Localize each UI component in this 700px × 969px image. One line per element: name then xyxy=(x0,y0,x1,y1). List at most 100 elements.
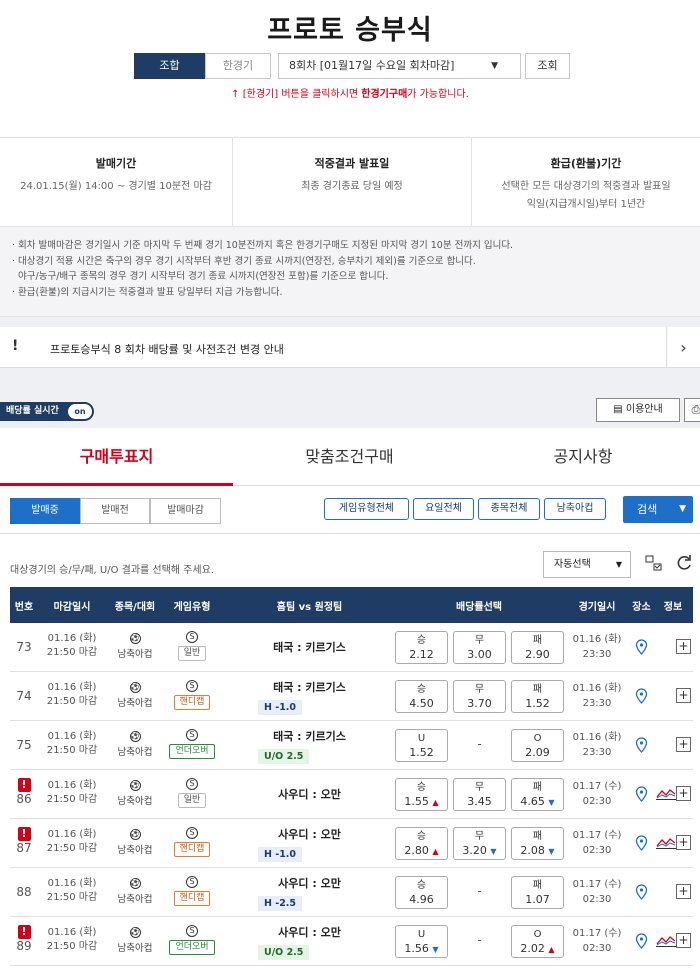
match-cell: 태국 : 키르기스 xyxy=(242,728,377,744)
filter-bar: 발매중 발매전 발매마감 게임유형전체 요일전체 종목전체 남축아컵 검색 ▼ xyxy=(0,486,700,534)
match-clock: 02:30 xyxy=(582,845,612,856)
add-to-slip-button[interactable]: + xyxy=(676,786,691,801)
deadline: 01.16 (화) 21:50 마감 xyxy=(42,779,102,807)
filter-search-button[interactable]: 검색 ▼ xyxy=(623,496,693,523)
single-game-tab-button[interactable]: 한경기 xyxy=(205,53,271,79)
odds-button[interactable]: 승 2.80 ▲ xyxy=(395,827,448,860)
odds-button[interactable]: 무 3.20 ▼ xyxy=(453,827,506,860)
odds-button[interactable]: O 2.09 xyxy=(511,729,564,762)
add-to-slip-button[interactable]: + xyxy=(676,933,691,948)
odds-button[interactable]: 패 2.08 ▼ xyxy=(511,827,564,860)
league-cell: ⚽ 남축아컵 xyxy=(110,682,160,709)
filter-game-type[interactable]: 게임유형전체 xyxy=(324,498,409,520)
soccer-ball-icon: ⚽ xyxy=(129,633,141,644)
odds-down-icon: ▼ xyxy=(548,798,555,807)
result-text: 최종 경기종료 당일 예정 xyxy=(301,181,403,192)
table-row: 75 01.16 (화) 21:50 마감 ⚽ 남축아컵 S 언더오버 태국 : 키르기스 U/… xyxy=(10,721,693,770)
odds-button[interactable]: 패 1.07 xyxy=(511,876,564,909)
odds-button[interactable]: 승 1.55 ▲ xyxy=(395,778,448,811)
filter-sport[interactable]: 종목전체 xyxy=(478,498,540,520)
odds-button[interactable]: U 1.56 ▼ xyxy=(395,925,448,958)
deadline: 01.16 (화) 21:50 마감 xyxy=(42,828,102,856)
location-pin-icon[interactable] xyxy=(635,688,648,704)
deadline-time: 21:50 마감 xyxy=(46,843,98,854)
filter-day[interactable]: 요일전체 xyxy=(413,498,474,520)
odds-chart-icon[interactable] xyxy=(656,934,676,947)
status-tab-closed[interactable]: 발매마감 xyxy=(150,498,221,524)
league-cell: ⚽ 남축아컵 xyxy=(110,829,160,856)
table-header: 번호 마감일시 종목/대회 게임유형 홈팀 vs 원정팀 배당률선택 경기일시 … xyxy=(10,587,693,623)
tab-custom-purchase[interactable]: 맞춤조건구매 xyxy=(233,428,466,486)
game-type-cell: S 핸디캡 xyxy=(167,876,217,906)
live-odds-toggle[interactable]: 배당률 실시간 on xyxy=(0,402,94,421)
deadline-date: 01.16 (화) xyxy=(47,731,97,742)
round-select[interactable]: 8회차 [01월17일 수요일 회차마감] ▼ xyxy=(278,53,521,79)
location-pin-icon[interactable] xyxy=(635,884,648,900)
th-venue: 장소 xyxy=(632,602,651,613)
odds-button[interactable]: 패 1.52 xyxy=(511,680,564,713)
refresh-icon[interactable] xyxy=(675,554,695,574)
odds-button[interactable]: 패 4.65 ▼ xyxy=(511,778,564,811)
search-button[interactable]: 조회 xyxy=(525,53,570,79)
match-clock: 02:30 xyxy=(582,894,612,905)
odds-value: 2.12 xyxy=(409,648,434,661)
handicap-cell: U/O 2.5 xyxy=(258,943,310,960)
combo-tab-button[interactable]: 조합 xyxy=(134,53,205,79)
chevron-right-icon[interactable]: › xyxy=(666,327,700,368)
deadline-time: 21:50 마감 xyxy=(46,647,98,658)
location-pin-icon[interactable] xyxy=(635,933,648,949)
location-pin-icon[interactable] xyxy=(635,835,648,851)
odds-value: 2.80 xyxy=(404,844,429,857)
th-odds: 배당률선택 xyxy=(456,602,502,613)
th-deadline: 마감일시 xyxy=(53,602,91,613)
filter-league[interactable]: 남축아컵 xyxy=(544,498,606,520)
match-cell: 태국 : 키르기스 xyxy=(242,639,377,655)
odds-button[interactable]: 무 3.70 xyxy=(453,680,506,713)
add-to-slip-button[interactable]: + xyxy=(676,737,691,752)
add-to-slip-button[interactable]: + xyxy=(676,639,691,654)
table-row: 73 01.16 (화) 21:50 마감 ⚽ 남축아컵 S 일반 태국 : 키르기스 승 2.1… xyxy=(10,623,693,672)
usage-guide-button[interactable]: ▤ 이용안내 xyxy=(596,398,680,422)
odds-button[interactable]: 승 4.50 xyxy=(395,680,448,713)
odds-label: 승 xyxy=(416,831,427,842)
league-name: 남축아컵 xyxy=(117,845,153,856)
odds-chart-icon[interactable] xyxy=(656,787,676,800)
location-pin-icon[interactable] xyxy=(635,639,648,655)
odds-button[interactable]: 패 2.90 xyxy=(511,631,564,664)
odds-button[interactable]: O 2.02 ▲ xyxy=(511,925,564,958)
cart-toggle-icon[interactable] xyxy=(645,554,663,574)
league-cell: ⚽ 남축아컵 xyxy=(110,780,160,807)
odds-button[interactable]: 승 2.12 xyxy=(395,631,448,664)
odds-value: 3.45 xyxy=(467,795,492,808)
tab-announcements[interactable]: 공지사항 xyxy=(466,428,700,486)
add-to-slip-button[interactable]: + xyxy=(676,884,691,899)
soccer-ball-icon: ⚽ xyxy=(129,878,141,889)
tab-purchase-slip[interactable]: 구매투표지 xyxy=(0,428,233,486)
league-cell: ⚽ 남축아컵 xyxy=(110,927,160,954)
odds-button[interactable]: U 1.52 xyxy=(395,729,448,762)
th-match-time: 경기일시 xyxy=(578,602,616,613)
location-pin-icon[interactable] xyxy=(635,737,648,753)
odds-unavailable: - xyxy=(477,884,482,898)
notice-text[interactable]: 프로토승부식 8 회차 배당률 및 사전조건 변경 안내 xyxy=(50,341,284,357)
status-tab-pre-sale[interactable]: 발매전 xyxy=(80,498,150,524)
odds-button[interactable]: 무 3.00 xyxy=(453,631,506,664)
th-league: 종목/대회 xyxy=(114,602,156,613)
game-number: 73 xyxy=(16,640,32,654)
odds-button[interactable]: 승 4.96 xyxy=(395,876,448,909)
notice-banner[interactable]: ! 프로토승부식 8 회차 배당률 및 사전조건 변경 안내 › xyxy=(0,327,700,368)
exclamation-icon: ! xyxy=(12,338,19,354)
table-row: ! 89 01.16 (화) 21:50 마감 ⚽ 남축아컵 S 언더오버 사우디 : 오만 U/… xyxy=(10,917,693,966)
odds-chart-icon[interactable] xyxy=(656,836,676,849)
auto-select-dropdown[interactable]: 자동선택 ▼ xyxy=(543,551,631,578)
add-to-slip-button[interactable]: + xyxy=(676,835,691,850)
game-type-badge: 핸디캡 xyxy=(173,891,211,906)
status-tab-on-sale[interactable]: 발매중 xyxy=(10,498,80,524)
odds-unavailable: - xyxy=(477,737,482,751)
match-teams: 태국 : 키르기스 xyxy=(273,730,346,743)
odds-button[interactable]: 무 3.45 xyxy=(453,778,506,811)
handicap-cell: H -1.0 xyxy=(258,698,303,715)
add-to-slip-button[interactable]: + xyxy=(676,688,691,703)
location-pin-icon[interactable] xyxy=(635,786,648,802)
print-button[interactable]: ⎙ xyxy=(684,398,700,422)
